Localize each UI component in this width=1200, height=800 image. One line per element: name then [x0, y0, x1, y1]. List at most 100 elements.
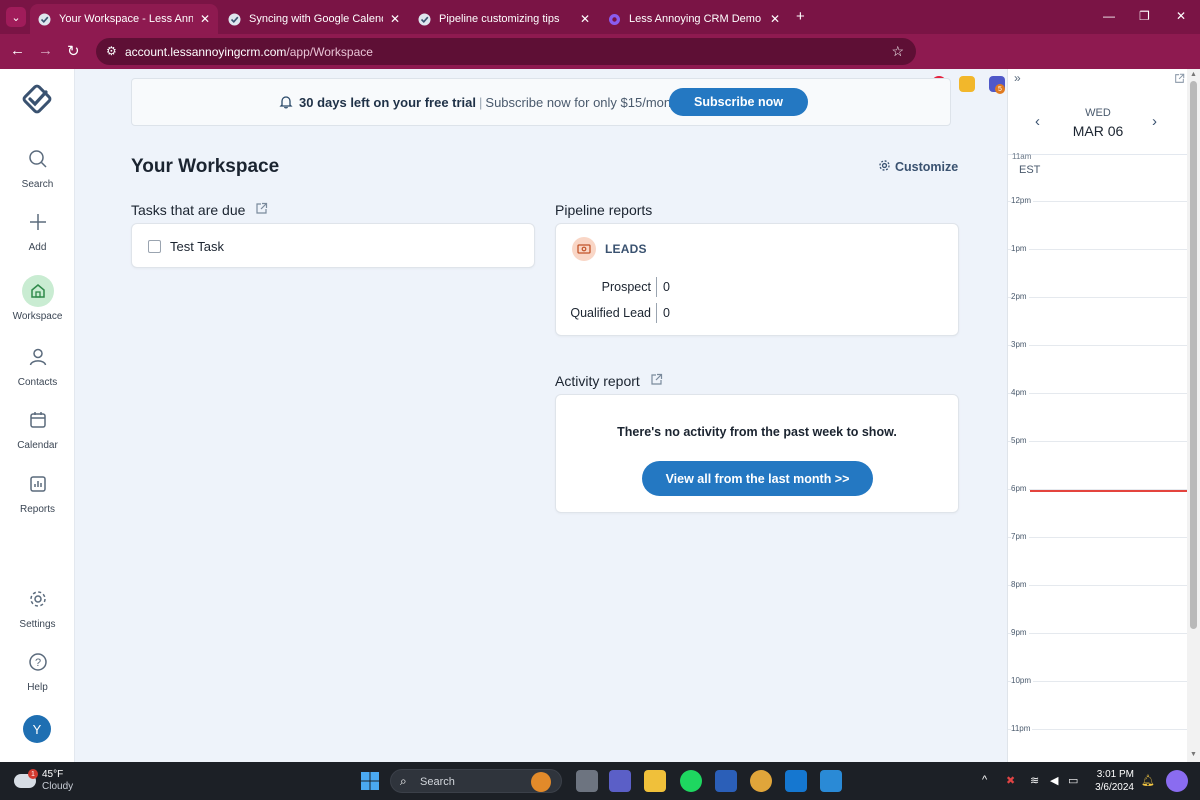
new-tab-icon[interactable]: +: [796, 8, 805, 25]
chrome-icon[interactable]: [750, 770, 772, 792]
task-view-icon[interactable]: [576, 770, 598, 792]
sidebar-item-reports[interactable]: Reports: [0, 468, 75, 515]
browser-toolbar: ← → ↻ ⚙ account.lessannoyingcrm.com/app/…: [0, 34, 1200, 94]
reload-icon[interactable]: ↻: [67, 42, 80, 60]
close-tab-icon[interactable]: ✕: [580, 12, 590, 26]
calendar-date: MAR 06: [1072, 123, 1124, 139]
sidebar-item-contacts[interactable]: Contacts: [0, 341, 75, 388]
teams-icon[interactable]: [609, 770, 631, 792]
hour-row[interactable]: 5pm: [1008, 436, 1187, 445]
pipeline-row[interactable]: Prospect 0: [556, 277, 756, 297]
sidebar-item-label: Workspace: [12, 311, 63, 322]
hour-row[interactable]: 4pm: [1008, 388, 1187, 397]
search-icon: ⌕: [400, 774, 407, 788]
sidebar-item-settings[interactable]: Settings: [0, 583, 75, 630]
view-all-last-month-button[interactable]: View all from the last month >>: [642, 461, 873, 496]
tab-pipeline-tips[interactable]: Pipeline customizing tips ✕: [410, 4, 598, 34]
pipeline-title: Pipeline reports: [555, 202, 653, 218]
scroll-up-icon[interactable]: ▲: [1190, 71, 1197, 78]
extension-badge-icon[interactable]: 5: [989, 76, 1005, 94]
url-text[interactable]: account.lessannoyingcrm.com/app/Workspac…: [125, 45, 373, 59]
taskbar-search[interactable]: ⌕ Search: [390, 769, 562, 793]
scroll-down-icon[interactable]: ▼: [1190, 751, 1197, 758]
sidebar-item-add[interactable]: Add: [0, 206, 75, 253]
hour-row[interactable]: 10pm: [1008, 676, 1187, 685]
site-info-icon[interactable]: ⚙: [106, 44, 117, 58]
tasks-section-title: Tasks that are due: [131, 202, 268, 218]
search-highlight-icon: [531, 772, 551, 792]
bookmark-star-icon[interactable]: ☆: [891, 43, 904, 60]
help-icon: ?: [22, 646, 54, 678]
external-link-icon[interactable]: [650, 373, 663, 389]
pipeline-row[interactable]: Qualified Lead 0: [556, 303, 756, 323]
current-time-indicator: [1030, 490, 1187, 492]
minimize-icon[interactable]: —: [1103, 9, 1115, 23]
hour-row[interactable]: 2pm: [1008, 292, 1187, 301]
hour-row[interactable]: 9pm: [1008, 628, 1187, 637]
weather-widget[interactable]: 1 45°F Cloudy: [14, 769, 73, 793]
collapse-panel-icon[interactable]: »: [1014, 71, 1021, 85]
activity-section-title: Activity report: [555, 373, 663, 389]
tab-title: Pipeline customizing tips: [439, 13, 560, 25]
user-avatar[interactable]: Y: [23, 715, 51, 743]
close-tab-icon[interactable]: ✕: [770, 12, 780, 26]
sidebar-item-label: Search: [21, 179, 54, 190]
popout-icon[interactable]: [1174, 71, 1185, 89]
security-icon[interactable]: ✖: [1006, 774, 1015, 787]
hour-row[interactable]: 12pm: [1008, 196, 1187, 205]
sidebar-item-workspace[interactable]: Workspace: [0, 275, 75, 322]
external-link-icon[interactable]: [255, 202, 268, 218]
hour-row[interactable]: 7pm: [1008, 532, 1187, 541]
address-bar[interactable]: ⚙ account.lessannoyingcrm.com/app/Worksp…: [96, 38, 916, 65]
tab-title: Less Annoying CRM Demo: [629, 13, 762, 25]
tab-search-button[interactable]: ⌄: [6, 7, 26, 27]
outlook-icon[interactable]: [785, 770, 807, 792]
volume-icon[interactable]: ◀: [1050, 774, 1058, 787]
scrollbar-thumb[interactable]: [1190, 81, 1197, 629]
sidebar-item-help[interactable]: ? Help: [0, 646, 75, 693]
tab-syncing-google-calendar[interactable]: Syncing with Google Calendar ✕: [220, 4, 408, 34]
hour-label-cut: 11am: [1012, 152, 1032, 161]
task-checkbox[interactable]: [148, 240, 161, 253]
hour-row[interactable]: 3pm: [1008, 340, 1187, 349]
hour-row[interactable]: 1pm: [1008, 244, 1187, 253]
task-item[interactable]: Test Task: [148, 239, 224, 254]
close-tab-icon[interactable]: ✕: [390, 12, 400, 26]
taskbar-clock[interactable]: 3:01 PM 3/6/2024: [1090, 768, 1134, 794]
pipeline-name[interactable]: LEADS: [605, 242, 647, 256]
calendar-icon: [22, 404, 54, 436]
battery-icon[interactable]: ▭: [1068, 774, 1078, 787]
close-tab-icon[interactable]: ✕: [200, 12, 210, 26]
file-explorer-icon[interactable]: [644, 770, 666, 792]
close-window-icon[interactable]: ✕: [1176, 9, 1186, 23]
no-activity-message: There's no activity from the past week t…: [617, 425, 897, 439]
tab-crm-demo[interactable]: Less Annoying CRM Demo ✕: [600, 4, 788, 34]
restore-icon[interactable]: ❐: [1139, 9, 1150, 23]
plus-icon: [22, 206, 54, 238]
back-arrow-icon[interactable]: ←: [10, 42, 25, 59]
forward-arrow-icon[interactable]: →: [38, 42, 53, 59]
tab-your-workspace[interactable]: Your Workspace - Less Annoying CRM ✕: [30, 4, 218, 34]
spotify-icon[interactable]: [680, 770, 702, 792]
store-icon[interactable]: [820, 770, 842, 792]
customize-button[interactable]: Customize: [878, 159, 958, 175]
notes-extension-icon[interactable]: [959, 76, 975, 92]
sidebar-item-calendar[interactable]: Calendar: [0, 404, 75, 451]
notification-bell-icon[interactable]: 🔔︎: [1141, 774, 1155, 787]
wifi-icon[interactable]: ≋: [1030, 774, 1039, 787]
sidebar-item-search[interactable]: Search: [0, 143, 75, 190]
word-icon[interactable]: [715, 770, 737, 792]
subscribe-now-button[interactable]: Subscribe now: [669, 88, 808, 116]
trial-days-left: 30 days left on your free trial: [299, 95, 477, 110]
lacrm-logo-icon[interactable]: [21, 83, 53, 115]
hour-row[interactable]: 8pm: [1008, 580, 1187, 589]
calendar-header: » ‹ WED MAR 06 ›: [1008, 69, 1187, 155]
show-hidden-icons-icon[interactable]: ^: [982, 774, 987, 786]
pipeline-count: 0: [663, 306, 670, 320]
copilot-icon[interactable]: [1166, 770, 1188, 792]
hour-row[interactable]: 11pm: [1008, 724, 1187, 733]
windows-start-icon[interactable]: [361, 772, 379, 790]
chevron-right-icon[interactable]: ›: [1152, 113, 1157, 130]
page-title: Your Workspace: [131, 156, 280, 177]
calendar-scrollbar[interactable]: ▲ ▼: [1187, 69, 1200, 762]
